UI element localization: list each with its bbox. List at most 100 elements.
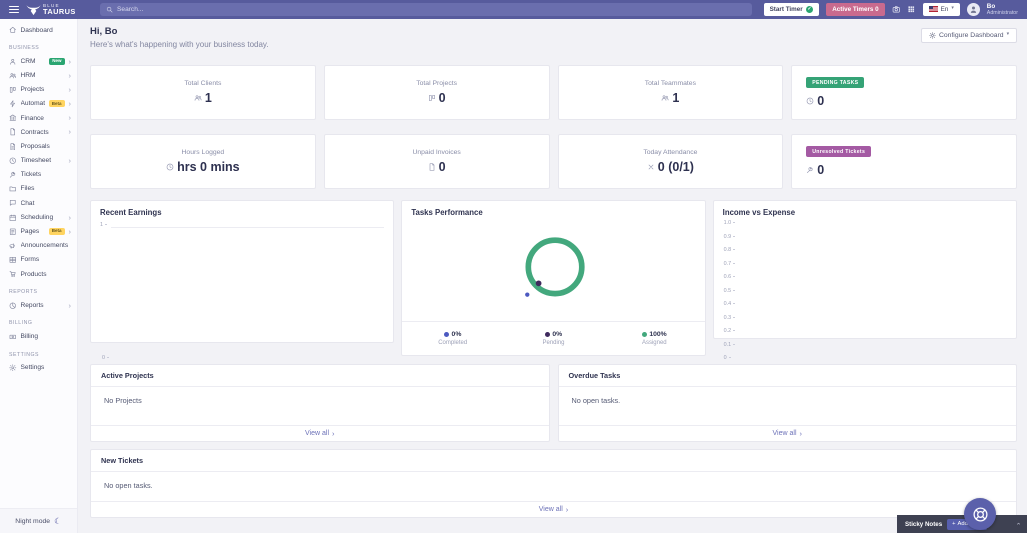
caret-down-icon: ▾ — [1006, 32, 1009, 38]
sidebar-item-contracts[interactable]: Contracts › — [0, 125, 77, 139]
sidebar-item-files[interactable]: Files — [0, 182, 77, 196]
x-icon — [647, 163, 655, 171]
sidebar-item-forms[interactable]: Forms — [0, 253, 77, 267]
panel-active-projects: Active Projects No Projects View all › — [90, 364, 550, 442]
pie-chart-icon — [9, 302, 17, 310]
sidebar-item-billing[interactable]: Billing — [0, 329, 77, 343]
sidebar-item-pages[interactable]: Pages Beta › — [0, 224, 77, 238]
stat-value: hrs 0 mins — [177, 160, 240, 174]
sidebar-item-chat[interactable]: Chat — [0, 196, 77, 210]
user-meta[interactable]: Bo Administrator — [987, 3, 1018, 17]
chevron-right-icon: › — [68, 113, 72, 123]
file-icon — [9, 128, 17, 136]
stat-value: 0 — [817, 163, 825, 177]
life-buoy-icon — [972, 506, 989, 523]
sidebar-item-dashboard[interactable]: Dashboard — [0, 23, 77, 37]
new-badge: New — [49, 57, 65, 65]
stat-value: 1 — [204, 91, 212, 105]
main-content: Hi, Bo Here's what's happening with your… — [78, 19, 1027, 533]
user-name: Bo — [986, 2, 996, 10]
sidebar-item-proposals[interactable]: Proposals — [0, 139, 77, 153]
kanban-icon — [428, 94, 436, 102]
sidebar-section-settings: SETTINGS — [9, 351, 39, 358]
completed-slice-dot — [525, 292, 530, 297]
topbar: BLUE TAURUS Start Timer ✓ Active Timers … — [0, 0, 1027, 19]
panel-overdue-tasks: Overdue Tasks No open tasks. View all › — [557, 364, 1017, 442]
file-text-icon — [9, 143, 17, 151]
sticky-notes-bar[interactable]: Sticky Notes + Add Note › — [897, 515, 1027, 533]
camera-icon[interactable] — [892, 5, 901, 14]
page-subtitle: Here's what's happening with your busine… — [90, 40, 269, 49]
legend-dot — [641, 332, 647, 338]
menu-toggle-icon[interactable] — [9, 5, 19, 14]
sidebar-section-billing: BILLING — [9, 320, 33, 327]
empty-state-text: No open tasks. — [571, 396, 621, 405]
sidebar-item-timesheet[interactable]: Timesheet › — [0, 154, 77, 168]
stat-value: 0 — [817, 94, 825, 108]
page-greeting: Hi, Bo — [90, 26, 118, 37]
global-search[interactable] — [100, 3, 752, 16]
users-icon — [661, 94, 669, 102]
night-mode-label: Night mode — [15, 517, 51, 525]
stat-card-pending-tasks: PENDING TASKS 0 — [791, 65, 1017, 120]
stat-value: 0 — [438, 160, 446, 174]
sidebar-item-settings[interactable]: Settings — [0, 361, 77, 375]
income-expense-plot: 1.0 0.9 0.8 0.7 0.6 0.5 0.4 0.3 0.2 0.1 … — [724, 220, 1007, 361]
active-timers-button[interactable]: Active Timers 0 — [826, 2, 885, 16]
user-icon — [9, 58, 17, 66]
user-role: Administrator — [986, 10, 1018, 17]
unresolved-tickets-badge: Unresolved Tickets — [806, 146, 872, 157]
calendar-icon — [9, 214, 17, 222]
sidebar-item-tickets[interactable]: Tickets — [0, 168, 77, 182]
recent-earnings-plot: 1 0 — [100, 222, 385, 361]
chevron-up-icon[interactable]: › — [1013, 523, 1022, 526]
start-timer-label: Start Timer — [769, 5, 803, 13]
sidebar-item-automate[interactable]: Automate Beta › — [0, 97, 77, 111]
bull-icon — [26, 4, 41, 16]
sidebar-item-scheduling[interactable]: Scheduling › — [0, 210, 77, 224]
tasks-donut — [525, 237, 586, 297]
logo-line2: TAURUS — [43, 7, 76, 17]
night-mode-toggle[interactable]: Night mode ☾ — [0, 508, 77, 533]
chevron-right-icon: › — [68, 84, 72, 94]
stat-card-unresolved-tickets: Unresolved Tickets 0 — [791, 134, 1017, 189]
view-all-projects-link[interactable]: View all › — [305, 430, 335, 438]
start-timer-button[interactable]: Start Timer ✓ — [763, 2, 820, 16]
sidebar-item-announcements[interactable]: Announcements — [0, 239, 77, 253]
search-input[interactable] — [117, 6, 746, 13]
view-all-tasks-link[interactable]: View all › — [773, 430, 803, 438]
chevron-right-icon: › — [565, 504, 569, 514]
users-icon — [9, 72, 17, 80]
legend-pending: 0% Pending — [542, 331, 565, 346]
avatar[interactable] — [966, 2, 980, 16]
clock-icon — [166, 163, 174, 171]
configure-dashboard-button[interactable]: Configure Dashboard ▾ — [920, 28, 1017, 43]
brand-logo[interactable]: BLUE TAURUS — [26, 3, 84, 17]
view-all-tickets-link[interactable]: View all › — [539, 506, 569, 514]
sidebar-item-crm[interactable]: CRM New › — [0, 54, 77, 68]
empty-state-text: No open tasks. — [104, 481, 153, 490]
sidebar-item-products[interactable]: Products — [0, 267, 77, 281]
megaphone-icon — [9, 242, 17, 250]
language-selector[interactable]: En ▾ — [922, 2, 960, 16]
sidebar-item-projects[interactable]: Projects › — [0, 83, 77, 97]
gear-icon — [9, 364, 17, 372]
chevron-right-icon: › — [799, 428, 803, 438]
sidebar-item-hrm[interactable]: HRM › — [0, 68, 77, 82]
stat-card-total-projects: Total Projects 0 — [323, 65, 550, 120]
sidebar-item-finance[interactable]: Finance › — [0, 111, 77, 125]
chevron-right-icon: › — [332, 428, 335, 438]
stat-value: 1 — [672, 91, 680, 105]
page-icon — [9, 228, 17, 236]
tasks-legend: 0% Completed 0% Pending 100% Assigned — [402, 321, 705, 355]
sidebar: Dashboard BUSINESS CRM New › HRM › Proje… — [0, 19, 78, 533]
invoice-icon — [428, 163, 436, 171]
chat-icon — [9, 199, 17, 207]
sidebar-item-reports[interactable]: Reports › — [0, 298, 77, 312]
help-button[interactable] — [964, 498, 996, 530]
legend-completed: 0% Completed — [438, 331, 468, 346]
bank-icon — [9, 114, 17, 122]
apps-grid-icon[interactable] — [907, 5, 916, 14]
cart-icon — [9, 270, 17, 278]
chevron-right-icon: › — [68, 99, 72, 109]
